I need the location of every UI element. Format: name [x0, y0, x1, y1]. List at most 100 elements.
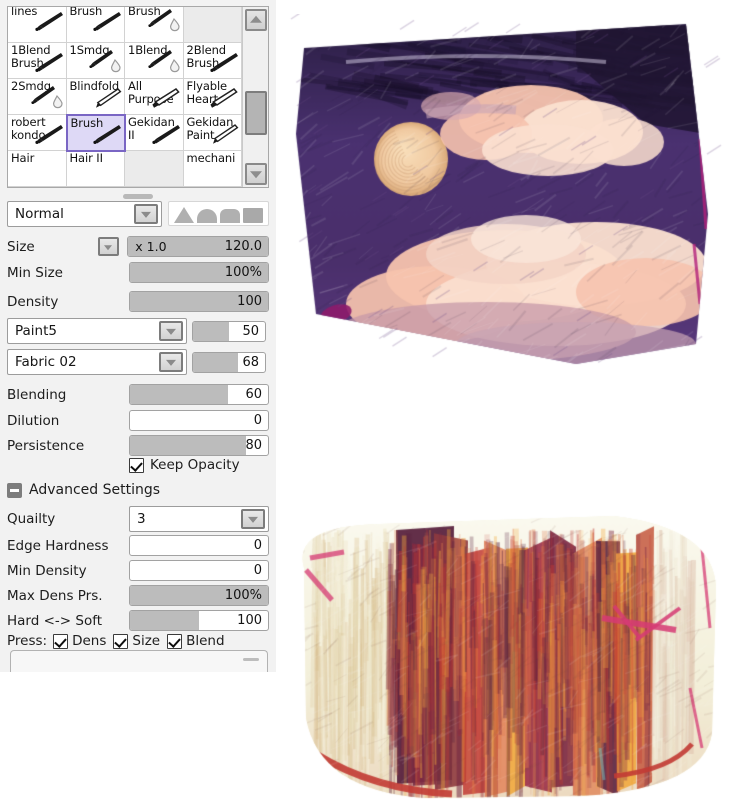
brush-cell[interactable]: Flyable Heart [183, 79, 242, 115]
pressure-label: Press: [7, 633, 48, 649]
pressure-dens-checkbox[interactable] [53, 633, 69, 649]
blending-slider[interactable]: 60 [129, 384, 269, 405]
shape-round-icon[interactable] [196, 206, 217, 223]
night-sky-clouds-painting[interactable] [276, 14, 726, 494]
max-dens-prs-label: Max Dens Prs. [7, 587, 103, 604]
brush-cell[interactable]: Brush [125, 7, 184, 43]
brush-cell-label: lines [11, 7, 38, 18]
density-value: 100 [237, 294, 262, 309]
size-options-button[interactable] [97, 237, 120, 256]
brush-cell[interactable]: 2Smdg [8, 79, 67, 115]
material-combo[interactable]: Fabric 02 [7, 349, 187, 375]
shape-square-icon[interactable] [243, 206, 264, 223]
brush-cell-label: Gekidan Paint [186, 115, 234, 142]
min-size-value: 100% [224, 265, 262, 280]
brush-cell[interactable]: 2Blend Brush [183, 43, 242, 79]
quality-value: 3 [137, 511, 146, 527]
brush-cell[interactable]: Blindfold [66, 79, 125, 115]
pressure-blend-checkbox[interactable] [167, 633, 183, 649]
blending-slider-fill [130, 385, 228, 404]
persistence-value: 80 [245, 438, 262, 453]
scroll-up-button[interactable] [245, 9, 267, 31]
dilution-value: 0 [253, 413, 262, 428]
scrollbar-thumb[interactable] [245, 91, 267, 135]
edge-hardness-label: Edge Hardness [7, 537, 109, 554]
triangle-down-icon [250, 171, 262, 179]
brush-cell[interactable]: Brush [66, 7, 125, 43]
advanced-settings-header: Advanced Settings [29, 482, 161, 498]
chevron-down-icon[interactable] [159, 352, 183, 372]
brush-cell-label: Flyable Heart [186, 79, 228, 106]
brush-cell[interactable]: Gekidan Paint [183, 115, 242, 151]
brush-cell[interactable]: mechani [183, 151, 242, 187]
persistence-slider[interactable]: 80 [129, 435, 269, 456]
pressure-size-checkbox[interactable] [113, 633, 129, 649]
texture-combo[interactable]: Paint5 [7, 318, 187, 344]
brush-palette-scrollbar[interactable] [242, 7, 268, 187]
shape-flat-round-icon[interactable] [220, 206, 241, 223]
texture-strength-slider[interactable]: 50 [192, 320, 266, 342]
brush-cell[interactable]: Hair II [66, 151, 125, 187]
scroll-down-button[interactable] [245, 163, 267, 185]
dilution-slider[interactable]: 0 [129, 410, 269, 431]
brush-cell[interactable]: Brush [65, 114, 126, 152]
keep-opacity-label: Keep Opacity [150, 457, 240, 473]
min-size-slider[interactable]: 100% [129, 262, 269, 283]
size-label: Size [7, 238, 35, 255]
persistence-label: Persistence [7, 437, 85, 454]
brush-cell[interactable]: 1Blend [125, 43, 184, 79]
max-dens-prs-slider[interactable]: 100% [129, 585, 269, 606]
material-strength-value: 68 [242, 354, 259, 370]
hard-soft-fill [130, 611, 199, 630]
pressure-dens-label: Dens [72, 633, 107, 649]
brush-cell[interactable]: robert kondo [8, 115, 67, 151]
density-slider[interactable]: 100 [129, 291, 269, 312]
triangle-up-icon [250, 15, 262, 23]
artwork-area [276, 0, 736, 807]
brush-cell[interactable]: All Purpose [125, 79, 184, 115]
texture-strength-fill [193, 321, 229, 341]
advanced-settings-expander-icon[interactable] [7, 482, 22, 498]
edge-hardness-slider[interactable]: 0 [129, 535, 269, 556]
brush-cell-label: robert kondo [11, 115, 46, 142]
size-slider[interactable]: x 1.0 120.0 [127, 236, 270, 257]
material-strength-slider[interactable]: 68 [192, 351, 266, 373]
brush-palette[interactable]: lines Brush Brush 1Blend Brush 1Smdg 1Bl… [7, 6, 269, 188]
brush-cell-label: Brush [70, 116, 104, 130]
brush-cell[interactable]: lines [8, 7, 67, 43]
panel-splitter[interactable] [7, 191, 269, 200]
brush-cell-label: mechani [186, 151, 236, 165]
warm-forest-strokes-painting[interactable] [284, 508, 724, 803]
splitter-grip[interactable] [123, 194, 153, 199]
material-value: Fabric 02 [15, 354, 77, 370]
brush-cell-label: Brush [69, 7, 103, 18]
brush-cell[interactable]: 1Blend Brush [8, 43, 67, 79]
brush-cell-label: 2Blend Brush [186, 43, 227, 70]
chevron-down-icon[interactable] [241, 509, 265, 529]
keep-opacity-checkbox[interactable] [129, 457, 144, 473]
blend-mode-combo[interactable]: Normal [7, 201, 162, 227]
brush-grid[interactable]: lines Brush Brush 1Blend Brush 1Smdg 1Bl… [8, 7, 242, 187]
brush-cell-label: 1Smdg [69, 43, 110, 57]
brush-cell[interactable]: Hair [8, 151, 67, 187]
density-label: Density [7, 293, 59, 310]
quality-label: Quailty [7, 511, 56, 527]
min-density-label: Min Density [7, 562, 87, 579]
chevron-down-icon[interactable] [159, 321, 183, 341]
min-size-label: Min Size [7, 264, 63, 281]
brush-cell[interactable]: Gekidan II [125, 115, 184, 151]
quality-combo[interactable]: 3 [129, 506, 269, 532]
brush-cell[interactable]: 1Smdg [66, 43, 125, 79]
brush-shape-strip[interactable] [168, 201, 269, 226]
chevron-down-icon[interactable] [134, 204, 158, 224]
brush-cell-label: 1Blend Brush [11, 43, 51, 70]
brush-cell-label: All Purpose [128, 79, 174, 106]
brush-cell-empty [125, 151, 184, 187]
hard-soft-slider[interactable]: 100 [129, 610, 269, 631]
min-density-slider[interactable]: 0 [129, 560, 269, 581]
hard-soft-label: Hard <-> Soft [7, 612, 103, 629]
edge-hardness-value: 0 [253, 538, 262, 553]
pressure-size-label: Size [132, 633, 161, 649]
shape-sharp-icon[interactable] [173, 206, 194, 223]
brush-cell-label: Hair [11, 151, 35, 165]
